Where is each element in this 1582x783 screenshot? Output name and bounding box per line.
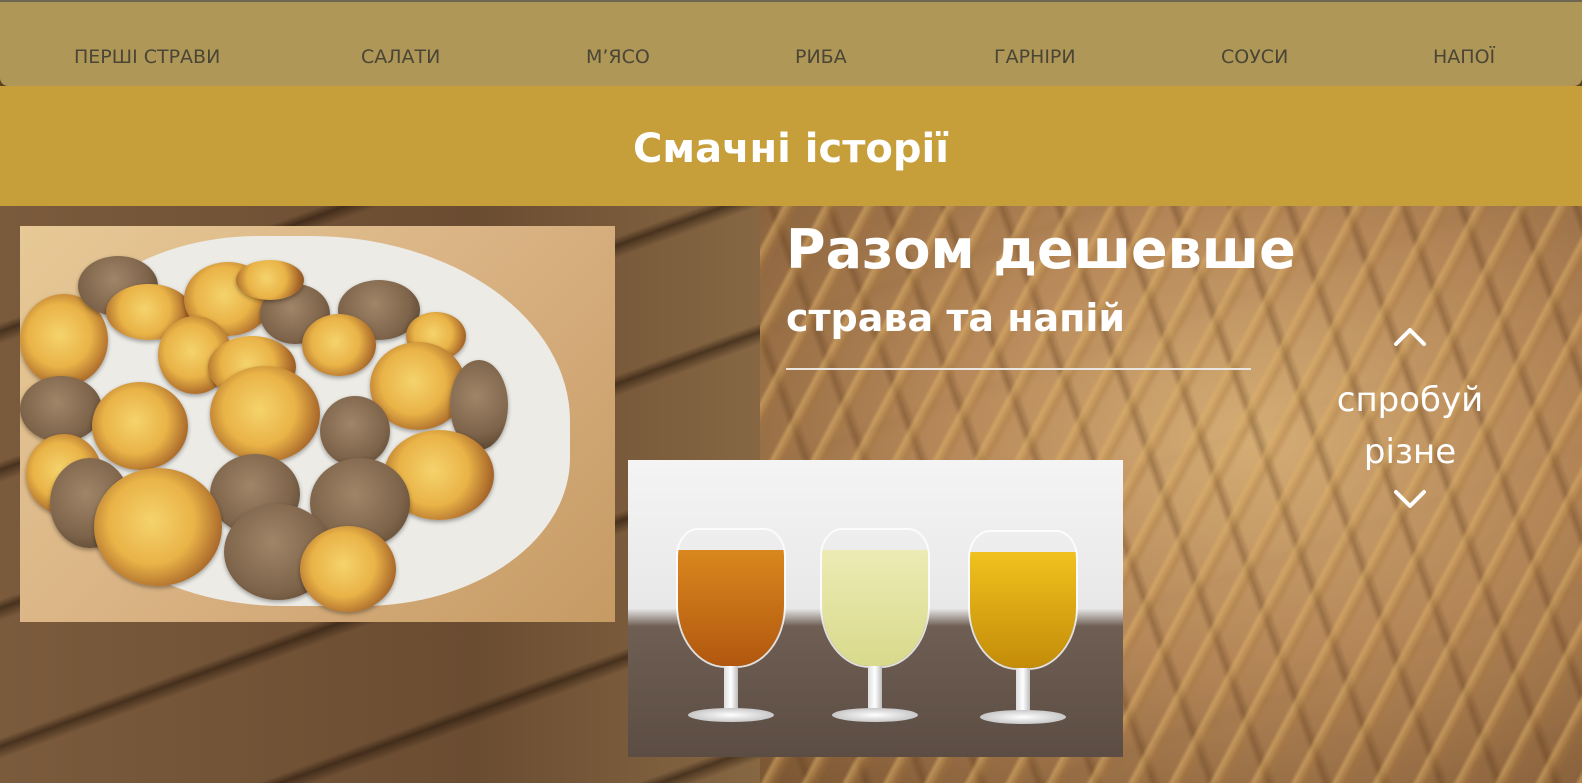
header-band: Смачні історії [0, 86, 1582, 206]
nav-item-fish[interactable]: РИБА [795, 46, 847, 68]
switcher-label: спробуй різне [1320, 374, 1500, 478]
nav-item-first-courses[interactable]: ПЕРШІ СТРАВИ [74, 46, 220, 68]
top-navigation: ПЕРШІ СТРАВИ САЛАТИ М’ЯСО РИБА ГАРНІРИ С… [0, 0, 1582, 86]
amber-drink-glass [676, 528, 786, 728]
nav-item-salads[interactable]: САЛАТИ [361, 46, 440, 68]
divider [786, 368, 1251, 370]
nav-item-drinks[interactable]: НАПОЇ [1433, 46, 1495, 68]
drinks-photo [628, 460, 1123, 757]
chevron-up-icon[interactable] [1390, 322, 1430, 352]
nav-item-sauces[interactable]: СОУСИ [1221, 46, 1288, 68]
golden-drink-glass [968, 530, 1078, 730]
roasted-potatoes-photo [20, 226, 615, 622]
nav-item-meat[interactable]: М’ЯСО [586, 46, 650, 68]
combo-switcher: спробуй різне [1320, 322, 1500, 518]
chevron-down-icon[interactable] [1390, 484, 1430, 514]
promo-subtitle: страва та напій [786, 296, 1126, 340]
site-title: Смачні історії [633, 126, 949, 172]
promo-title: Разом дешевше [786, 218, 1296, 281]
nav-item-side-dishes[interactable]: ГАРНІРИ [994, 46, 1076, 68]
switcher-label-line1: спробуй [1336, 380, 1484, 420]
switcher-label-line2: різне [1363, 432, 1457, 472]
pale-drink-glass [820, 528, 930, 728]
